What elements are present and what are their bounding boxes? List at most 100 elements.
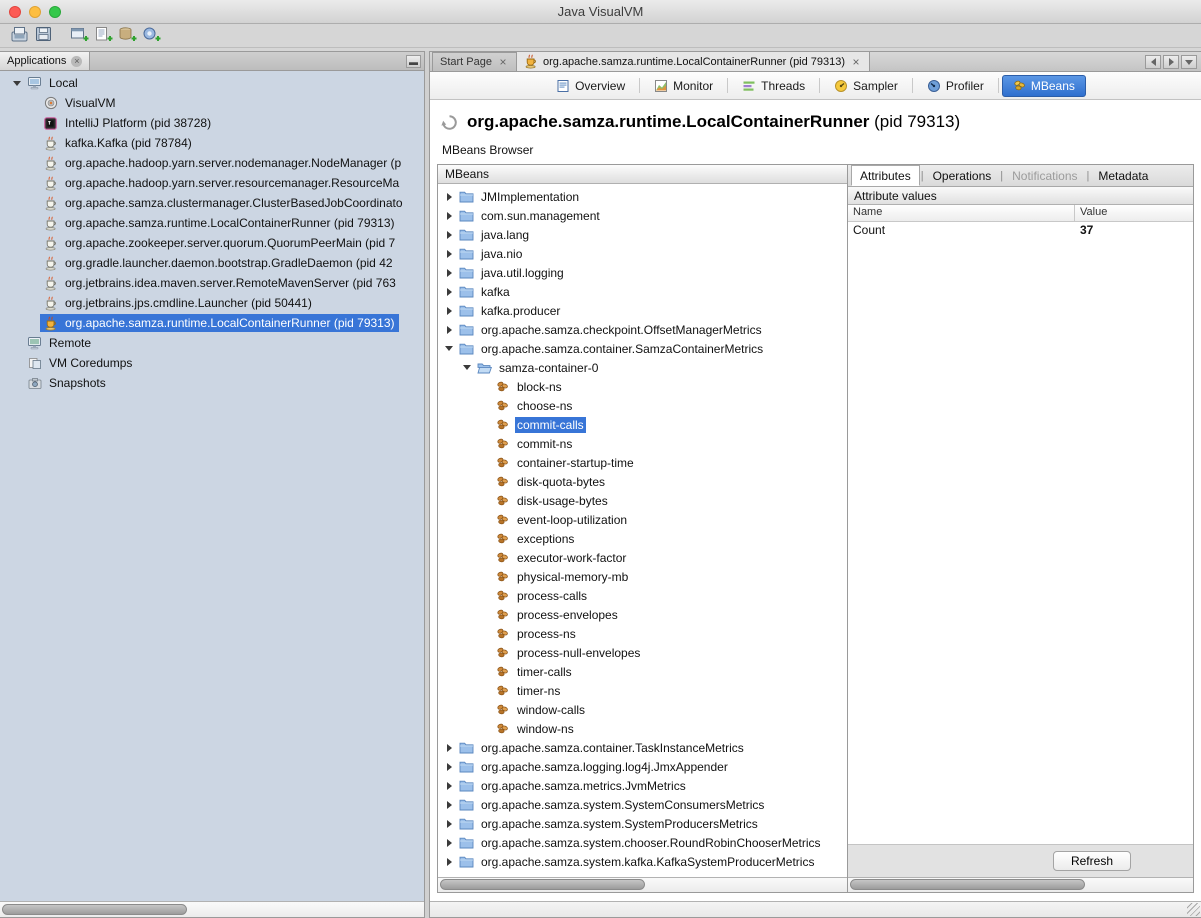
application-tree-item[interactable]: Local [0,73,424,93]
mbean-tree-item[interactable]: process-envelopes [438,605,847,624]
application-tree-item[interactable]: IntelliJ Platform (pid 38728) [0,113,424,133]
mbean-tree-item[interactable]: choose-ns [438,396,847,415]
close-icon[interactable]: × [850,56,862,68]
view-button-overview[interactable]: Overview [545,75,636,97]
mbean-tree-item[interactable]: org.apache.samza.system.chooser.RoundRob… [438,833,847,852]
tab-applications[interactable]: Applications × [0,52,90,70]
disclosure-triangle[interactable] [442,269,456,277]
mbean-tree-item[interactable]: JMImplementation [438,187,847,206]
mbean-tree-item[interactable]: org.apache.samza.checkpoint.OffsetManage… [438,320,847,339]
disclosure-triangle[interactable] [442,288,456,296]
view-button-mbeans[interactable]: MBeans [1002,75,1086,97]
mbean-tree-item[interactable]: window-calls [438,700,847,719]
application-tree-item[interactable]: Snapshots [0,373,424,393]
mbean-tree-item[interactable]: block-ns [438,377,847,396]
mbean-tree-item[interactable]: process-ns [438,624,847,643]
application-tree-item[interactable]: VM Coredumps [0,353,424,373]
application-tree-item[interactable]: org.apache.samza.runtime.LocalContainerR… [0,313,424,333]
close-icon[interactable]: × [497,56,509,68]
application-tree-item[interactable]: org.jetbrains.idea.maven.server.RemoteMa… [0,273,424,293]
mbean-tree-item[interactable]: commit-calls [438,415,847,434]
application-tree-item[interactable]: org.apache.hadoop.yarn.server.nodemanage… [0,153,424,173]
view-button-sampler[interactable]: Sampler [823,75,909,97]
scroll-tabs-right-button[interactable] [1163,55,1179,69]
disclosure-triangle[interactable] [442,193,456,201]
view-button-threads[interactable]: Threads [731,75,816,97]
application-tree-item[interactable]: org.apache.samza.runtime.LocalContainerR… [0,213,424,233]
mbean-tree-item[interactable]: exceptions [438,529,847,548]
scrollbar-thumb[interactable] [440,879,645,890]
heap-dump-button[interactable] [116,26,140,46]
scrollbar-thumb[interactable] [2,904,187,915]
mbean-tree-item[interactable]: org.apache.samza.metrics.JvmMetrics [438,776,847,795]
mbean-tree-item[interactable]: org.apache.samza.system.SystemConsumersM… [438,795,847,814]
mbeans-horizontal-scrollbar[interactable] [438,877,847,892]
view-button-monitor[interactable]: Monitor [643,75,724,97]
refresh-button[interactable]: Refresh [1053,851,1131,871]
column-header-name[interactable]: Name [848,205,1075,221]
disclosure-triangle[interactable] [442,744,456,752]
document-tab[interactable]: Start Page× [432,52,517,71]
minimize-panel-button[interactable]: ▬ [406,55,421,68]
application-tree-item[interactable]: kafka.Kafka (pid 78784) [0,133,424,153]
mbean-tree-item[interactable]: timer-calls [438,662,847,681]
disclosure-triangle[interactable] [442,250,456,258]
application-tree-item[interactable]: org.jetbrains.jps.cmdline.Launcher (pid … [0,293,424,313]
mbean-tree-item[interactable]: process-calls [438,586,847,605]
disclosure-triangle[interactable] [442,782,456,790]
mbean-tree-item[interactable]: executor-work-factor [438,548,847,567]
mbean-tree-item[interactable]: org.apache.samza.system.SystemProducersM… [438,814,847,833]
mbean-tree-item[interactable]: disk-usage-bytes [438,491,847,510]
mbean-tree-item[interactable]: samza-container-0 [438,358,847,377]
tab-metadata[interactable]: Metadata [1090,165,1156,186]
disclosure-triangle[interactable] [442,763,456,771]
attribute-row[interactable]: Count37 [848,222,1193,239]
mbean-tree-item[interactable]: event-loop-utilization [438,510,847,529]
disclosure-triangle[interactable] [442,801,456,809]
detail-bottom-scrollbar[interactable] [430,901,1201,917]
mbean-tree-item[interactable]: kafka [438,282,847,301]
application-tree-item[interactable]: VisualVM [0,93,424,113]
mbean-tree-item[interactable]: org.apache.samza.system.kafka.KafkaSyste… [438,852,847,871]
disclosure-triangle[interactable] [10,81,24,86]
open-snapshot-button[interactable] [8,26,32,46]
disclosure-triangle[interactable] [442,820,456,828]
document-tab[interactable]: org.apache.samza.runtime.LocalContainerR… [516,51,870,71]
application-tree-item[interactable]: Remote [0,333,424,353]
resize-grip-icon[interactable] [1187,903,1200,916]
disclosure-triangle[interactable] [460,365,474,370]
disclosure-triangle[interactable] [442,858,456,866]
mbean-tree-item[interactable]: org.apache.samza.container.SamzaContaine… [438,339,847,358]
documents-list-button[interactable] [1181,55,1197,69]
mbean-tree-item[interactable]: com.sun.management [438,206,847,225]
thread-dump-button[interactable] [92,26,116,46]
disclosure-triangle[interactable] [442,231,456,239]
application-tree-item[interactable]: org.apache.samza.clustermanager.ClusterB… [0,193,424,213]
scrollbar-thumb[interactable] [850,879,1085,890]
scroll-tabs-left-button[interactable] [1145,55,1161,69]
mbean-tree-item[interactable]: commit-ns [438,434,847,453]
mbean-tree-item[interactable]: java.nio [438,244,847,263]
disclosure-triangle[interactable] [442,212,456,220]
applications-horizontal-scrollbar[interactable] [0,901,424,917]
mbean-tree-item[interactable]: kafka.producer [438,301,847,320]
disclosure-triangle[interactable] [442,839,456,847]
disclosure-triangle[interactable] [442,307,456,315]
mbean-tree-item[interactable]: timer-ns [438,681,847,700]
mbean-tree-item[interactable]: org.apache.samza.logging.log4j.JmxAppend… [438,757,847,776]
disclosure-triangle[interactable] [442,346,456,351]
application-tree-item[interactable]: org.apache.zookeeper.server.quorum.Quoru… [0,233,424,253]
mbean-tree-item[interactable]: org.apache.samza.container.TaskInstanceM… [438,738,847,757]
mbean-tree-item[interactable]: java.lang [438,225,847,244]
mbean-tree-item[interactable]: container-startup-time [438,453,847,472]
application-tree-item[interactable]: org.apache.hadoop.yarn.server.resourcema… [0,173,424,193]
mbean-tree-item[interactable]: window-ns [438,719,847,738]
mbean-tree-item[interactable]: physical-memory-mb [438,567,847,586]
application-tree-item[interactable]: org.gradle.launcher.daemon.bootstrap.Gra… [0,253,424,273]
view-button-profiler[interactable]: Profiler [916,75,995,97]
tab-attributes[interactable]: Attributes [851,165,920,186]
application-snapshot-button[interactable] [68,26,92,46]
minimize-window-button[interactable] [29,6,41,18]
disclosure-triangle[interactable] [442,326,456,334]
mbean-tree-item[interactable]: disk-quota-bytes [438,472,847,491]
